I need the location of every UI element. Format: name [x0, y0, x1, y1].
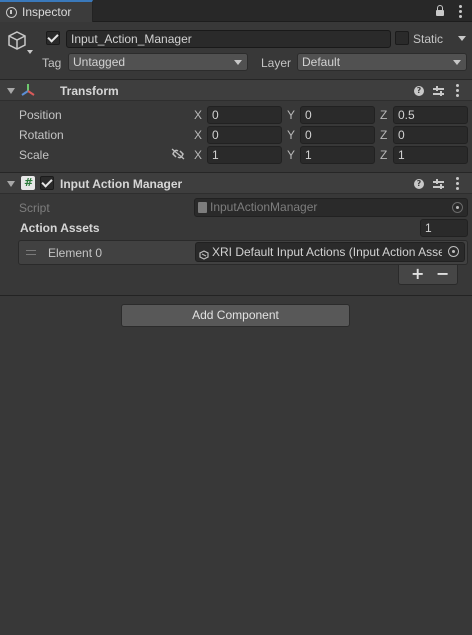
iam-fold-icon[interactable] — [7, 181, 15, 187]
script-label: Script — [19, 201, 50, 215]
rotation-x-field[interactable]: 0 — [207, 126, 282, 144]
transform-title: Transform — [60, 84, 119, 98]
static-label: Static — [413, 32, 444, 46]
object-picker-icon[interactable] — [448, 246, 459, 257]
rotation-label: Rotation — [19, 128, 64, 142]
gameobject-cube-icon[interactable] — [7, 30, 27, 52]
position-label: Position — [19, 108, 62, 122]
script-value: InputActionManager — [210, 200, 318, 214]
action-assets-label[interactable]: Action Assets — [20, 221, 100, 235]
list-add-remove-footer: + − — [398, 265, 458, 285]
scale-z-axis-label[interactable]: Z — [380, 148, 387, 162]
lock-icon[interactable] — [436, 5, 444, 16]
rotation-x-axis-label[interactable]: X — [194, 128, 202, 142]
add-component-button[interactable]: Add Component — [121, 304, 350, 327]
position-y-field[interactable]: 0 — [300, 106, 375, 124]
scale-link-broken-icon[interactable] — [171, 148, 185, 160]
position-z-field[interactable]: 0.5 — [393, 106, 468, 124]
transform-axes-icon — [20, 82, 36, 98]
script-picker-icon — [452, 202, 463, 213]
rotation-y-axis-label[interactable]: Y — [287, 128, 295, 142]
presets-icon[interactable] — [433, 86, 444, 96]
script-file-icon — [198, 202, 207, 213]
static-dropdown-caret-icon[interactable] — [458, 36, 466, 41]
tag-dropdown[interactable]: Untagged — [68, 53, 248, 71]
help-icon[interactable]: ? — [414, 86, 424, 96]
position-x-field[interactable]: 0 — [207, 106, 282, 124]
csharp-script-icon: # — [21, 176, 35, 190]
position-x-axis-label[interactable]: X — [194, 108, 202, 122]
layer-value: Default — [302, 55, 341, 69]
tag-label: Tag — [42, 56, 62, 70]
transform-menu-icon[interactable] — [456, 84, 459, 97]
component-divider — [0, 295, 472, 296]
inspector-tab[interactable]: Inspector — [0, 0, 93, 22]
iam-enabled-toggle[interactable] — [40, 176, 54, 190]
transform-fold-icon[interactable] — [7, 88, 15, 94]
transform-header[interactable]: Transform ? — [0, 79, 472, 101]
icon-dropdown-caret-icon[interactable] — [27, 50, 33, 54]
action-assets-list: Element 0 XRI Default Input Actions (Inp… — [18, 240, 468, 265]
tag-value: Untagged — [73, 55, 126, 69]
transform-body: Position X 0 Y 0 Z 0.5 Rotation X 0 Y 0 … — [0, 105, 472, 165]
scale-y-axis-label[interactable]: Y — [287, 148, 295, 162]
inspector-tab-label: Inspector — [22, 5, 72, 19]
input-action-manager-header[interactable]: # Input Action Manager ? — [0, 172, 472, 194]
layer-dropdown[interactable]: Default — [297, 53, 467, 71]
static-toggle[interactable] — [395, 31, 409, 45]
element-0-label: Element 0 — [48, 246, 103, 260]
inspector-tab-bar: Inspector — [0, 0, 472, 22]
position-z-axis-label[interactable]: Z — [380, 108, 387, 122]
iam-title: Input Action Manager — [60, 177, 183, 191]
gameobject-name-input[interactable]: Input_Action_Manager — [66, 30, 391, 48]
iam-menu-icon[interactable] — [456, 177, 459, 190]
iam-presets-icon[interactable] — [433, 179, 444, 189]
rotation-z-field[interactable]: 0 — [393, 126, 468, 144]
tag-caret-icon — [234, 60, 242, 65]
position-y-axis-label[interactable]: Y — [287, 108, 295, 122]
scale-x-axis-label[interactable]: X — [194, 148, 202, 162]
input-action-asset-icon — [199, 247, 209, 260]
kebab-menu-icon[interactable] — [459, 5, 462, 18]
element-0-object-field[interactable]: XRI Default Input Actions (Input Action … — [195, 242, 465, 262]
script-field: InputActionManager — [194, 198, 468, 217]
list-remove-button[interactable]: − — [436, 266, 449, 282]
list-add-button[interactable]: + — [411, 266, 424, 282]
rotation-z-axis-label[interactable]: Z — [380, 128, 387, 142]
layer-label: Layer — [261, 56, 292, 70]
info-icon — [6, 6, 17, 18]
gameobject-active-toggle[interactable] — [46, 31, 60, 45]
drag-handle-icon[interactable] — [26, 250, 36, 256]
scale-x-field[interactable]: 1 — [207, 146, 282, 164]
scale-z-field[interactable]: 1 — [393, 146, 468, 164]
element-0-value: XRI Default Input Actions (Input Action … — [212, 245, 453, 259]
action-assets-size-field[interactable]: 1 — [420, 219, 468, 237]
iam-help-icon[interactable]: ? — [414, 179, 424, 189]
layer-caret-icon — [453, 60, 461, 65]
scale-y-field[interactable]: 1 — [300, 146, 375, 164]
scale-label: Scale — [19, 148, 50, 162]
rotation-y-field[interactable]: 0 — [300, 126, 375, 144]
